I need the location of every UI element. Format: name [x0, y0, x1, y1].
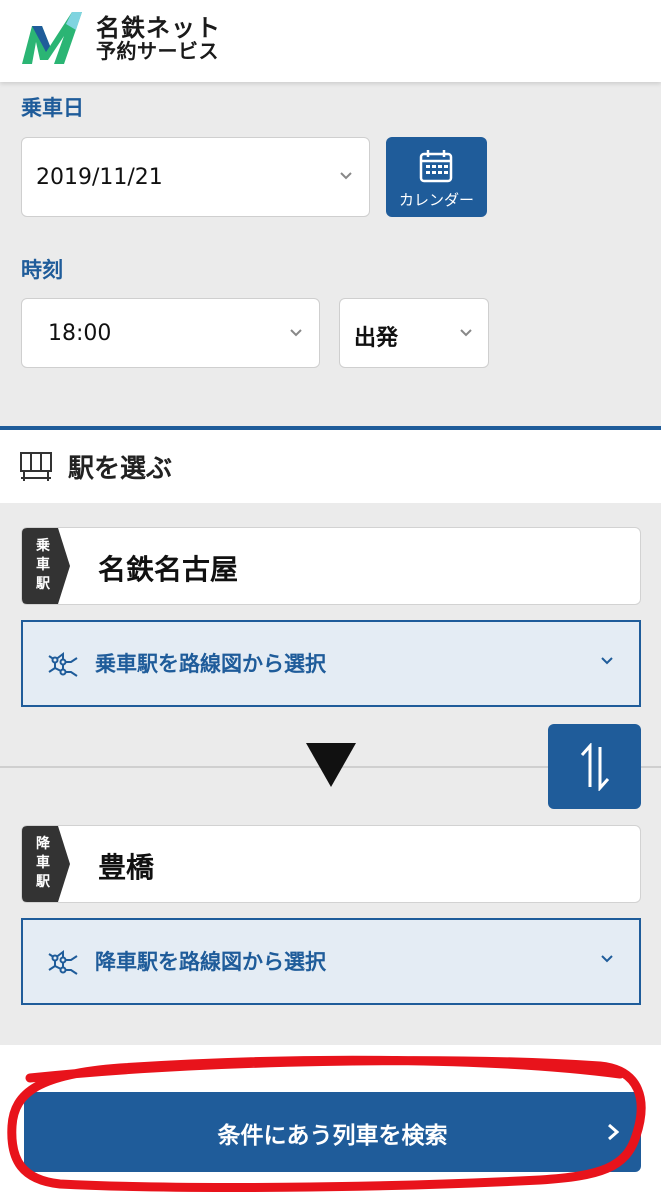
chevron-right-icon — [608, 1123, 619, 1141]
time-label: 時刻 — [21, 258, 63, 282]
time-select[interactable]: 18:00 — [21, 298, 320, 368]
chevron-down-icon — [601, 657, 613, 665]
logo-text: 名鉄ネット 予約サービス — [96, 14, 221, 64]
logo-title: 名鉄ネット — [96, 14, 221, 42]
calendar-button-label: カレンダー — [398, 191, 474, 209]
arrival-tag: 降車駅 — [36, 836, 50, 890]
station-section-title: 駅を選ぶ — [68, 454, 173, 484]
swap-stations-button[interactable] — [548, 724, 641, 809]
chevron-down-icon — [460, 329, 472, 337]
station-sign-icon — [20, 452, 52, 481]
route-map-icon — [48, 950, 78, 975]
date-value: 2019/11/21 — [36, 165, 163, 190]
departure-station-input[interactable]: 乗車駅 名鉄名古屋 — [21, 527, 641, 605]
app-header: 名鉄ネット 予約サービス — [0, 0, 661, 82]
calendar-button[interactable]: カレンダー — [386, 137, 487, 217]
time-value: 18:00 — [48, 321, 112, 346]
arrival-route-map-select[interactable]: 降車駅を路線図から選択 — [21, 918, 641, 1005]
chevron-down-icon — [340, 172, 352, 180]
arrival-station-name: 豊橋 — [98, 851, 155, 884]
chevron-down-icon — [601, 955, 613, 963]
date-select[interactable]: 2019/11/21 — [21, 137, 370, 217]
search-trains-button[interactable]: 条件にあう列車を検索 — [24, 1092, 641, 1172]
down-triangle-icon — [306, 743, 356, 787]
departure-station-name: 名鉄名古屋 — [98, 553, 239, 586]
swap-arrows-icon — [580, 743, 610, 791]
departure-route-label: 乗車駅を路線図から選択 — [95, 652, 326, 676]
date-label: 乗車日 — [21, 96, 84, 120]
calendar-icon — [419, 150, 453, 183]
chevron-down-icon — [290, 329, 302, 337]
departure-route-map-select[interactable]: 乗車駅を路線図から選択 — [21, 620, 641, 707]
departure-arrival-select[interactable]: 出発 — [339, 298, 489, 368]
logo-subtitle: 予約サービス — [96, 39, 219, 64]
meitetsu-logo-icon — [22, 12, 82, 64]
departure-tag: 乗車駅 — [36, 538, 50, 592]
arrival-station-input[interactable]: 降車駅 豊橋 — [21, 825, 641, 903]
station-section-header: 駅を選ぶ — [0, 430, 661, 503]
route-map-icon — [48, 652, 78, 677]
arrival-route-label: 降車駅を路線図から選択 — [95, 950, 326, 974]
time-mode-value: 出発 — [354, 326, 399, 351]
search-button-label: 条件にあう列車を検索 — [217, 1123, 448, 1149]
